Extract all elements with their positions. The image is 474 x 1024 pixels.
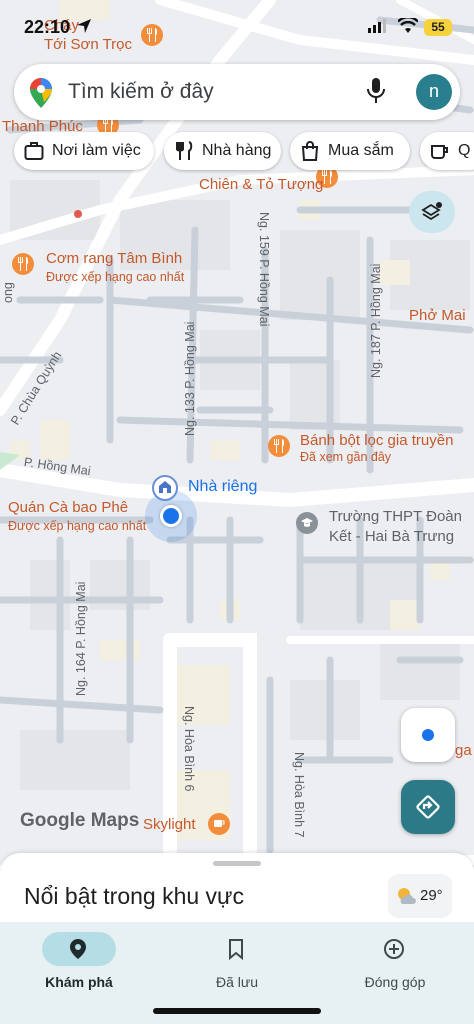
poi-sublabel-banh-bot-loc: Đã xem gần đây: [300, 450, 392, 464]
poi-label-pho-mai[interactable]: Phở Mai: [409, 307, 466, 324]
partly-cloudy-icon: [398, 888, 416, 904]
profile-avatar[interactable]: n: [416, 74, 452, 110]
location-arrow-icon: [77, 19, 91, 33]
nav-contribute[interactable]: Đóng góp: [321, 928, 474, 1008]
cafe-poi-icon[interactable]: [208, 813, 230, 835]
poi-label-edge-ga: ga: [455, 742, 472, 759]
home-label[interactable]: Nhà riêng: [188, 478, 257, 496]
home-icon[interactable]: [152, 475, 178, 501]
poi-sublabel-quan-ca: Được xếp hạng cao nhất: [8, 519, 147, 533]
poi-label-com-rang[interactable]: Cơm rang Tâm Bình: [46, 250, 182, 267]
cellular-signal-icon: [368, 19, 386, 33]
layers-button[interactable]: [409, 191, 455, 233]
street-label-ng164: Ng. 164 P. Hồng Mai: [74, 581, 88, 696]
shopping-bag-icon: [301, 141, 319, 161]
street-label-ng133: Ng. 133 P. Hồng Mai: [183, 321, 197, 436]
coffee-cup-icon: [431, 145, 448, 159]
sheet-title: Nổi bật trong khu vực: [24, 883, 244, 909]
poi-label-truong-thpt[interactable]: Trường THPT Đoàn Kết - Hai Bà Trưng: [329, 507, 462, 547]
chip-coffee[interactable]: Q: [420, 132, 474, 170]
street-label-hoa-binh6: Ng. Hòa Bình 6: [182, 706, 196, 792]
fork-knife-icon: [176, 141, 193, 160]
status-time: 22:10: [24, 17, 71, 37]
poi-label-quan-ca[interactable]: Quán Cà bao Phê: [8, 499, 128, 516]
nav-saved[interactable]: Đã lưu: [163, 928, 321, 1008]
restaurant-poi-icon[interactable]: [268, 435, 290, 457]
search-bar[interactable]: n: [14, 64, 460, 120]
chip-restaurants[interactable]: Nhà hàng: [164, 132, 281, 170]
bottom-sheet[interactable]: Nổi bật trong khu vực 29°: [0, 853, 474, 933]
layers-icon: [421, 202, 442, 221]
search-input[interactable]: [68, 77, 348, 107]
status-bar: 22:10 55: [0, 0, 474, 50]
directions-icon: [416, 795, 440, 819]
battery-indicator: 55: [424, 19, 452, 36]
chip-workplace[interactable]: Nơi làm việc: [14, 132, 154, 170]
street-label-ong: ong: [1, 282, 15, 303]
poi-sublabel-com-rang: Được xếp hạng cao nhất: [46, 270, 185, 284]
google-maps-pin-icon: [30, 78, 52, 108]
my-location-button[interactable]: [401, 708, 455, 762]
explore-pin-icon: [70, 939, 86, 959]
poi-label-banh-bot-loc[interactable]: Bánh bột lọc gia truyền: [300, 432, 453, 449]
chip-shopping[interactable]: Mua sắm: [290, 132, 410, 170]
google-maps-logo: Google Maps: [20, 810, 140, 831]
weather-chip[interactable]: 29°: [388, 874, 452, 918]
street-label-ng187: Ng. 187 P. Hồng Mai: [369, 263, 383, 378]
street-label-ng159: Ng. 159 P. Hồng Mai: [257, 212, 271, 327]
directions-button[interactable]: [401, 780, 455, 834]
briefcase-icon: [24, 142, 44, 160]
poi-label-skylight[interactable]: Skylight: [143, 816, 196, 833]
bookmark-icon: [229, 939, 243, 960]
home-indicator: [153, 1008, 321, 1014]
sheet-drag-handle[interactable]: [213, 861, 261, 866]
wifi-icon: [398, 18, 418, 33]
school-poi-icon[interactable]: [296, 512, 318, 534]
restaurant-poi-icon[interactable]: [12, 253, 34, 275]
microphone-icon[interactable]: [367, 78, 385, 104]
add-circle-icon: [384, 939, 404, 959]
street-label-hoa-binh7: Ng. Hòa Bình 7: [292, 752, 306, 838]
poi-label-chien-to-tuong[interactable]: Chiên & Tỏ Tượng: [199, 176, 323, 193]
my-location-icon: [422, 729, 434, 741]
nav-explore[interactable]: Khám phá: [5, 928, 163, 1008]
